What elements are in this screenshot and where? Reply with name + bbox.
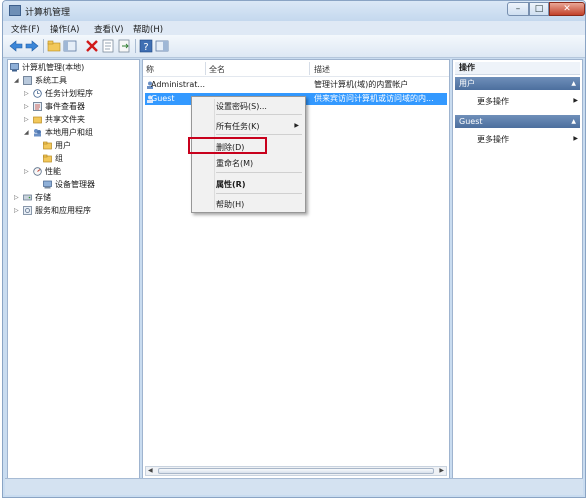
expanded-triangle-icon[interactable]: ◢ [24, 127, 32, 139]
menu-item-rename[interactable]: 重命名(M) [216, 158, 253, 169]
scroll-right-arrow-icon[interactable]: ▶ [439, 467, 444, 475]
column-divider[interactable] [205, 62, 206, 75]
collapsed-triangle-icon[interactable]: ▷ [24, 114, 32, 126]
scrollbar-thumb[interactable] [158, 468, 434, 474]
system-tools-icon [23, 76, 32, 85]
event-viewer-icon [33, 102, 42, 111]
performance-icon [33, 167, 42, 176]
export-list-icon[interactable] [117, 39, 131, 53]
actions-section-users[interactable]: 用户 ▲ [455, 77, 580, 90]
menu-separator [216, 134, 302, 135]
toolbar: ? [3, 35, 585, 58]
more-actions-link[interactable]: 更多操作 [477, 96, 509, 107]
services-icon [23, 206, 32, 215]
menu-action[interactable]: 操作(A) [50, 23, 79, 35]
expanded-triangle-icon[interactable]: ◢ [14, 75, 22, 87]
submenu-arrow-icon: ▶ [294, 122, 299, 129]
show-hide-pane-icon[interactable] [155, 39, 169, 53]
menu-item-properties[interactable]: 属性(R) [216, 179, 245, 190]
collapsed-triangle-icon[interactable]: ▷ [24, 88, 32, 100]
back-arrow-icon[interactable] [9, 39, 23, 53]
more-actions-link[interactable]: 更多操作 [477, 134, 509, 145]
menu-item-all-tasks[interactable]: 所有任务(K) [216, 121, 260, 132]
storage-icon [23, 194, 32, 201]
delete-x-icon[interactable] [85, 39, 99, 53]
collapse-caret-icon[interactable]: ▲ [571, 115, 576, 128]
header-underline [143, 76, 449, 77]
folder-up-icon[interactable] [47, 39, 61, 53]
minimize-button[interactable]: – [507, 2, 529, 16]
submenu-arrow-icon[interactable]: ▶ [573, 97, 578, 104]
column-divider[interactable] [309, 62, 310, 75]
list-row-administrator[interactable]: Administrat... 管理计算机(域)的内置帐户 [145, 79, 447, 91]
menu-separator [216, 114, 302, 115]
folder-icon [43, 141, 52, 150]
properties-icon[interactable] [101, 39, 115, 53]
column-header-description[interactable]: 描述 [314, 64, 330, 75]
help-icon[interactable]: ? [139, 39, 153, 53]
computer-management-window: 计算机管理 – □ ✕ 文件(F) 操作(A) 查看(V) 帮助(H) ? 计算… [2, 0, 586, 498]
users-group-icon [34, 129, 41, 137]
menu-separator [216, 172, 302, 173]
console-tree-icon[interactable] [63, 39, 77, 53]
toolbar-separator [43, 39, 44, 53]
window-title: 计算机管理 [25, 8, 71, 18]
computer-icon [10, 63, 19, 72]
maximize-button[interactable]: □ [529, 2, 549, 16]
computer-management-icon [9, 5, 21, 16]
menu-gutter [214, 99, 215, 210]
collapse-caret-icon[interactable]: ▲ [571, 77, 576, 90]
menu-view[interactable]: 查看(V) [94, 23, 123, 35]
submenu-arrow-icon[interactable]: ▶ [573, 135, 578, 142]
column-header-fullname[interactable]: 全名 [209, 64, 225, 75]
column-header-name[interactable]: 称 [146, 64, 154, 75]
folder-icon [43, 154, 52, 163]
close-button[interactable]: ✕ [549, 2, 585, 16]
collapsed-triangle-icon[interactable]: ▷ [24, 166, 32, 178]
toolbar-separator [135, 39, 136, 53]
actions-pane: 操作 用户 ▲ 更多操作 ▶ Guest ▲ 更多操作 ▶ [452, 59, 583, 479]
actions-header: 操作 [455, 62, 580, 75]
menu-bar: 文件(F) 操作(A) 查看(V) 帮助(H) [3, 21, 585, 35]
delete-highlight-box [188, 137, 267, 154]
forward-arrow-icon[interactable] [25, 39, 39, 53]
menu-help[interactable]: 帮助(H) [133, 23, 163, 35]
menu-file[interactable]: 文件(F) [11, 23, 40, 35]
shared-folder-icon [33, 116, 42, 124]
svg-text:?: ? [143, 42, 148, 53]
context-menu: 设置密码(S)... 所有任务(K) ▶ 删除(D) 重命名(M) 属性(R) … [191, 96, 306, 213]
status-bar [5, 478, 583, 495]
clock-icon [33, 89, 42, 98]
collapsed-triangle-icon[interactable]: ▷ [24, 101, 32, 113]
collapsed-triangle-icon[interactable]: ▷ [14, 205, 22, 217]
scroll-left-arrow-icon[interactable]: ◀ [148, 467, 153, 475]
menu-item-set-password[interactable]: 设置密码(S)... [216, 101, 267, 112]
menu-separator [216, 193, 302, 194]
title-bar: 计算机管理 – □ ✕ [3, 1, 585, 21]
collapsed-triangle-icon[interactable]: ▷ [14, 192, 22, 204]
device-manager-icon [43, 180, 52, 189]
actions-section-guest[interactable]: Guest ▲ [455, 115, 580, 128]
horizontal-scrollbar[interactable]: ◀ ▶ [145, 466, 447, 476]
console-tree-pane[interactable]: 计算机管理(本地) ◢ 系统工具 ▷ 任务计划程序 ▷ 事件查看器 ▷ 共享文件… [7, 59, 140, 479]
menu-item-help[interactable]: 帮助(H) [216, 199, 244, 210]
